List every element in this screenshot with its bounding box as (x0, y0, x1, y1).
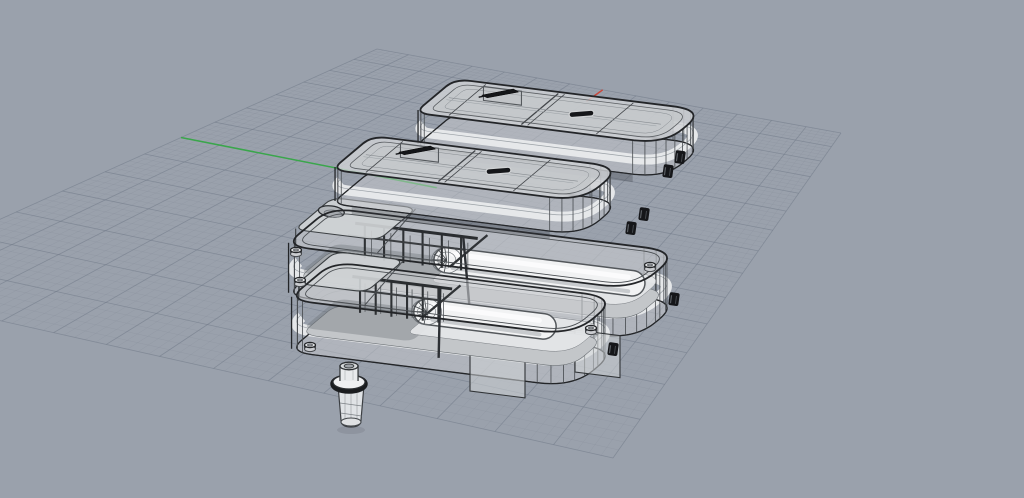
viewport-canvas[interactable] (0, 0, 1024, 498)
flanged-bushing[interactable] (333, 362, 366, 434)
3d-viewport[interactable] (0, 0, 1024, 498)
lid-slot (572, 113, 591, 115)
exploded-assembly (289, 81, 694, 434)
lid-slot (489, 170, 508, 172)
